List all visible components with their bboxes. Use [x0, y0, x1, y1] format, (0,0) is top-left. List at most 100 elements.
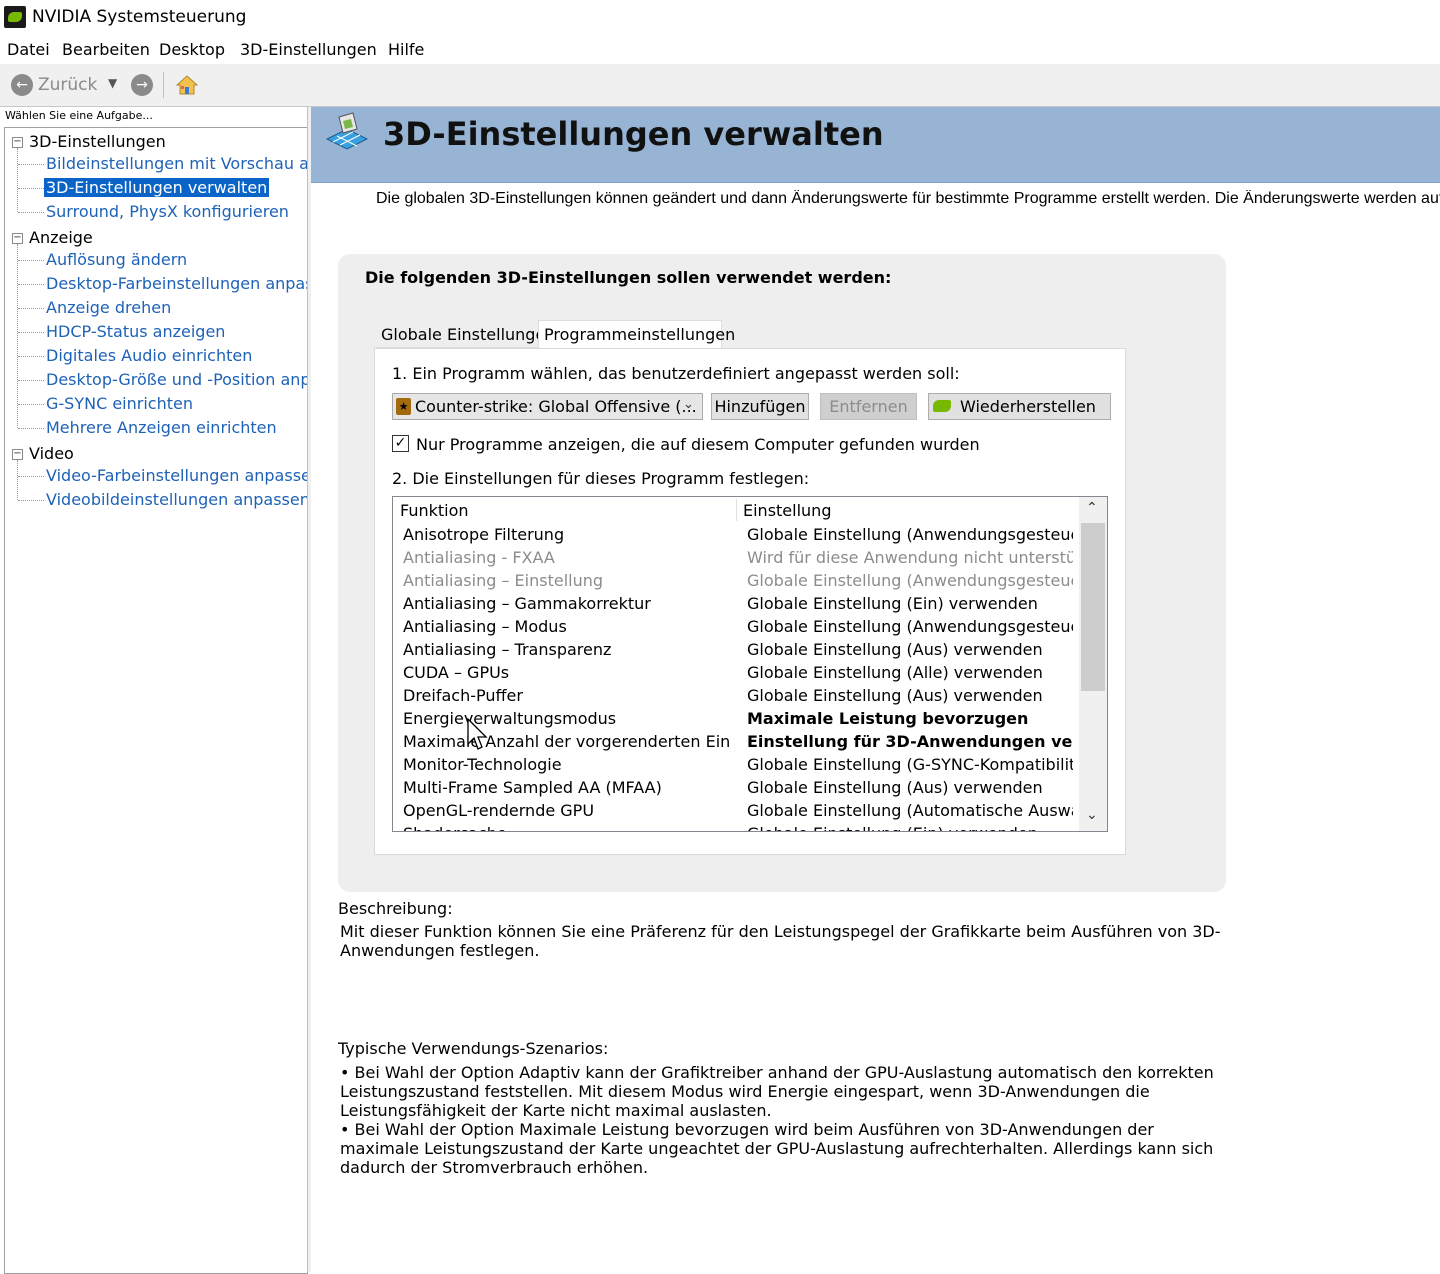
menu-edit[interactable]: Bearbeiten [62, 40, 150, 59]
table-row[interactable]: Maximale Anzahl der vorgerenderten Einze… [393, 730, 1079, 753]
program-select[interactable]: ★ Counter-strike: Global Offensive (... … [392, 393, 703, 420]
usage-item: • Bei Wahl der Option Adaptiv kann der G… [340, 1063, 1214, 1120]
cell-setting[interactable]: Globale Einstellung (Alle) verwenden [747, 663, 1073, 682]
table-row[interactable]: CUDA – GPUs Globale Einstellung (Alle) ve… [393, 661, 1079, 684]
cell-setting[interactable]: Maximale Leistung bevorzugen [747, 709, 1073, 728]
menu-help[interactable]: Hilfe [388, 40, 424, 59]
cell-function: Antialiasing – Gammakorrektur [403, 594, 651, 613]
cell-setting[interactable]: Globale Einstellung (Automatische Auswah… [747, 801, 1073, 820]
task-pane-header: Wählen Sie eine Aufgabe... [0, 107, 310, 127]
sidebar-item-rotate-display[interactable]: Anzeige drehen [46, 298, 171, 317]
checkbox-label[interactable]: Nur Programme anzeigen, die auf diesem C… [416, 435, 980, 454]
table-row[interactable]: Antialiasing – Einstellung Globale Einste… [393, 569, 1079, 592]
column-divider[interactable] [736, 499, 737, 521]
sidebar-item-hdcp-status[interactable]: HDCP-Status anzeigen [46, 322, 225, 341]
sidebar-item-image-settings-preview[interactable]: Bildeinstellungen mit Vorschau anpas [46, 154, 307, 173]
collapse-icon[interactable]: − [12, 137, 23, 148]
cell-setting[interactable]: Globale Einstellung (Aus) verwenden [747, 778, 1073, 797]
cell-function: Antialiasing - FXAA [403, 548, 555, 567]
collapse-icon[interactable]: − [12, 449, 23, 460]
sidebar-item-desktop-size-position[interactable]: Desktop-Größe und -Position anpass [46, 370, 307, 389]
tree-line [18, 188, 44, 189]
sidebar-item-surround-physx[interactable]: Surround, PhysX konfigurieren [46, 202, 289, 221]
table-row[interactable]: Monitor-Technologie Globale Einstellung (… [393, 753, 1079, 776]
cell-setting[interactable]: Einstellung für 3D-Anwendungen ver... [747, 732, 1073, 751]
scroll-up-icon[interactable]: ⌃ [1086, 500, 1098, 516]
sidebar-item-desktop-color[interactable]: Desktop-Farbeinstellungen anpassen [46, 274, 307, 293]
show-found-programs-checkbox[interactable]: ✓ [392, 435, 409, 452]
sidebar-item-change-resolution[interactable]: Auflösung ändern [46, 250, 187, 269]
tree-line [17, 460, 18, 500]
restore-button[interactable]: Wiederherstellen [928, 393, 1111, 420]
cell-setting[interactable]: Globale Einstellung (Anwendungsgesteuert… [747, 617, 1073, 636]
dropdown-icon[interactable]: ▼ [108, 76, 117, 90]
pane-splitter[interactable] [307, 107, 311, 1272]
table-row[interactable]: Anisotrope Filterung Globale Einstellung … [393, 523, 1079, 546]
table-row[interactable]: OpenGL-rendernde GPU Globale Einstellung … [393, 799, 1079, 822]
cell-setting[interactable]: Globale Einstellung (G-SYNC-Kompatibilit… [747, 755, 1073, 774]
cell-setting[interactable]: Globale Einstellung (Aus) verwenden [747, 686, 1073, 705]
tree-line [17, 148, 18, 212]
usage-label: Typische Verwendungs-Szenarios: [338, 1039, 609, 1058]
remove-button[interactable]: Entfernen [820, 393, 917, 420]
cell-setting[interactable]: Globale Einstellung (Ein) verwenden [747, 824, 1073, 831]
table-row[interactable]: Antialiasing – Modus Globale Einstellung … [393, 615, 1079, 638]
table-row[interactable]: Antialiasing - FXAA Wird für diese Anwend… [393, 546, 1079, 569]
table-row[interactable]: Multi-Frame Sampled AA (MFAA) Globale Ein… [393, 776, 1079, 799]
scroll-thumb[interactable] [1081, 523, 1105, 691]
sidebar-item-gsync[interactable]: G-SYNC einrichten [46, 394, 193, 413]
table-row[interactable]: Antialiasing – Transparenz Globale Einste… [393, 638, 1079, 661]
column-header-function[interactable]: Funktion [400, 501, 469, 520]
sidebar-item-video-color[interactable]: Video-Farbeinstellungen anpassen [46, 466, 307, 485]
cell-setting[interactable]: Globale Einstellung (Aus) verwenden [747, 640, 1073, 659]
forward-arrow-icon[interactable]: → [131, 74, 153, 96]
tree-line [18, 356, 44, 357]
collapse-icon[interactable]: − [12, 233, 23, 244]
cell-setting[interactable]: Globale Einstellung (Ein) verwenden [747, 594, 1073, 613]
title-bar: NVIDIA Systemsteuerung [0, 0, 1440, 36]
sidebar-item-multiple-displays[interactable]: Mehrere Anzeigen einrichten [46, 418, 277, 437]
tab-program-settings[interactable]: Programmeinstellungen [538, 320, 735, 349]
cell-function: OpenGL-rendernde GPU [403, 801, 595, 820]
cell-function: Dreifach-Puffer [403, 686, 523, 705]
back-arrow-icon[interactable]: ← [11, 74, 33, 96]
grid-scrollbar[interactable]: ⌃ ⌄ [1079, 497, 1107, 831]
sidebar-item-manage-3d-settings[interactable]: 3D-Einstellungen verwalten [44, 178, 270, 197]
cell-function: CUDA – GPUs [403, 663, 510, 682]
toolbar: ← Zurück ▼ → [0, 64, 1440, 107]
sidebar-item-video-image[interactable]: Videobildeinstellungen anpassen [46, 490, 307, 509]
panel-heading: Die folgenden 3D-Einstellungen sollen ve… [365, 268, 892, 287]
csgo-icon: ★ [396, 398, 411, 415]
add-button[interactable]: Hinzufügen [711, 393, 809, 420]
tree-group-video[interactable]: Video [29, 444, 74, 463]
table-row[interactable]: Dreifach-Puffer Globale Einstellung (Aus)… [393, 684, 1079, 707]
cell-function: Antialiasing – Modus [403, 617, 567, 636]
cell-setting[interactable]: Wird für diese Anwendung nicht unterstüt… [747, 548, 1073, 567]
back-button-label[interactable]: Zurück [38, 75, 97, 95]
table-row[interactable]: Shadercache Globale Einstellung (Ein) ver… [393, 822, 1079, 831]
sidebar-item-digital-audio[interactable]: Digitales Audio einrichten [46, 346, 252, 365]
cell-function: Energieverwaltungsmodus [403, 709, 617, 728]
menu-3d-settings[interactable]: 3D-Einstellungen [240, 40, 377, 59]
cell-setting[interactable]: Globale Einstellung (Anwendungsgesteuert… [747, 525, 1073, 544]
tree-group-3d-settings[interactable]: 3D-Einstellungen [29, 132, 166, 151]
tree-group-display[interactable]: Anzeige [29, 228, 93, 247]
tab-global-settings[interactable]: Globale Einstellungen [376, 321, 561, 348]
cell-setting[interactable]: Globale Einstellung (Anwendungsgesteuert… [747, 571, 1073, 590]
menu-file[interactable]: Datei [7, 40, 50, 59]
table-row[interactable]: Energieverwaltungsmodus Maximale Leistung… [393, 707, 1079, 730]
scroll-down-icon[interactable]: ⌄ [1086, 807, 1098, 823]
table-row[interactable]: Antialiasing – Gammakorrektur Globale Ein… [393, 592, 1079, 615]
menu-desktop[interactable]: Desktop [159, 40, 225, 59]
chevron-down-icon: ⌄ [683, 397, 694, 412]
3d-settings-icon [325, 112, 369, 150]
home-icon[interactable] [176, 74, 198, 96]
settings-grid: Funktion Einstellung Anisotrope Filterun… [392, 496, 1108, 832]
cell-function: Maximale Anzahl der vorgerenderten Einze… [403, 732, 729, 751]
column-header-setting[interactable]: Einstellung [743, 501, 831, 520]
mouse-cursor-icon [467, 718, 488, 750]
cell-function: Multi-Frame Sampled AA (MFAA) [403, 778, 662, 797]
tree-line [18, 380, 44, 381]
tree-line [18, 284, 44, 285]
restore-button-label: Wiederherstellen [960, 397, 1096, 416]
